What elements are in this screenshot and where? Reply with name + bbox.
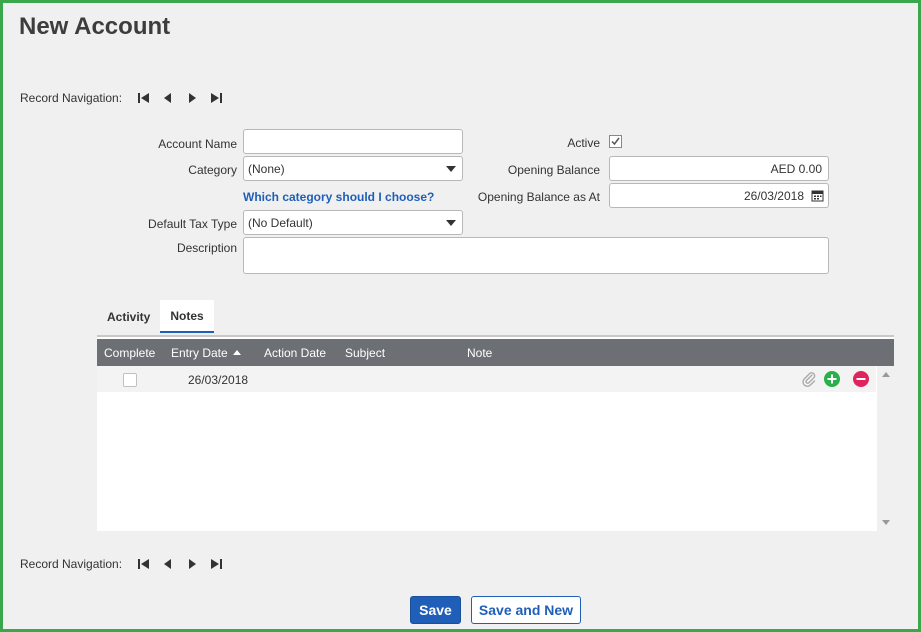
description-field[interactable]: [243, 237, 829, 274]
opening-balance-input[interactable]: AED 0.00: [609, 156, 829, 181]
sort-ascending-icon: [232, 350, 241, 355]
next-record-icon[interactable]: [180, 555, 204, 573]
category-select[interactable]: (None): [243, 156, 463, 181]
remove-icon[interactable]: [853, 371, 869, 387]
opening-balance-as-at-label: Opening Balance as At: [477, 190, 600, 204]
calendar-icon[interactable]: [811, 189, 824, 205]
opening-balance-date-value: 26/03/2018: [743, 188, 804, 203]
previous-record-icon[interactable]: [156, 555, 180, 573]
account-name-input[interactable]: [243, 129, 463, 154]
tab-notes[interactable]: Notes: [160, 300, 214, 333]
category-help-link[interactable]: Which category should I choose?: [243, 190, 434, 204]
previous-record-icon[interactable]: [156, 89, 180, 107]
checkmark-icon: [611, 137, 620, 146]
first-record-icon[interactable]: [132, 555, 156, 573]
attachment-icon[interactable]: [801, 371, 817, 387]
default-tax-type-select[interactable]: (No Default): [243, 210, 463, 235]
last-record-icon[interactable]: [204, 89, 228, 107]
row-entry-date: 26/03/2018: [188, 373, 249, 387]
first-record-icon[interactable]: [132, 89, 156, 107]
chevron-down-icon: [446, 220, 456, 226]
column-header-complete[interactable]: Complete: [104, 346, 155, 360]
save-and-new-button[interactable]: Save and New: [471, 596, 581, 624]
column-header-subject[interactable]: Subject: [345, 346, 385, 360]
category-label: Category: [188, 163, 237, 177]
save-button[interactable]: Save: [410, 596, 461, 624]
notes-grid-scrollbar[interactable]: [877, 366, 894, 531]
tab-activity[interactable]: Activity: [97, 300, 160, 333]
record-navigation-top: Record Navigation:: [20, 89, 228, 107]
opening-balance-label: Opening Balance: [507, 163, 600, 177]
record-navigation-label: Record Navigation:: [20, 91, 123, 105]
record-navigation-bottom: Record Navigation:: [20, 555, 228, 573]
column-header-entry-date[interactable]: Entry Date: [171, 346, 241, 360]
scroll-down-icon[interactable]: [882, 520, 890, 525]
record-navigation-label: Record Navigation:: [20, 557, 123, 571]
account-name-label: Account Name: [158, 137, 237, 151]
next-record-icon[interactable]: [180, 89, 204, 107]
window-frame: New Account Record Navigation: Account N…: [0, 0, 921, 632]
category-select-value: (None): [248, 161, 285, 176]
column-header-action-date[interactable]: Action Date: [264, 346, 326, 360]
notes-grid-header: Complete Entry Date Action Date Subject …: [97, 339, 894, 366]
default-tax-type-value: (No Default): [248, 215, 313, 230]
add-icon[interactable]: [824, 371, 840, 387]
tab-bar: Activity Notes: [97, 300, 214, 333]
active-label: Active: [567, 136, 600, 150]
active-checkbox[interactable]: [609, 135, 622, 148]
table-row[interactable]: 26/03/2018: [97, 366, 876, 392]
default-tax-type-label: Default Tax Type: [148, 217, 237, 231]
page-title: New Account: [19, 13, 171, 40]
chevron-down-icon: [446, 166, 456, 172]
column-header-entry-date-label: Entry Date: [171, 346, 228, 360]
scroll-up-icon[interactable]: [882, 372, 890, 377]
opening-balance-date-input[interactable]: 26/03/2018: [609, 183, 829, 208]
description-label: Description: [176, 241, 237, 255]
notes-grid: Complete Entry Date Action Date Subject …: [97, 335, 894, 531]
last-record-icon[interactable]: [204, 555, 228, 573]
row-complete-checkbox[interactable]: [123, 373, 137, 387]
column-header-note[interactable]: Note: [467, 346, 492, 360]
